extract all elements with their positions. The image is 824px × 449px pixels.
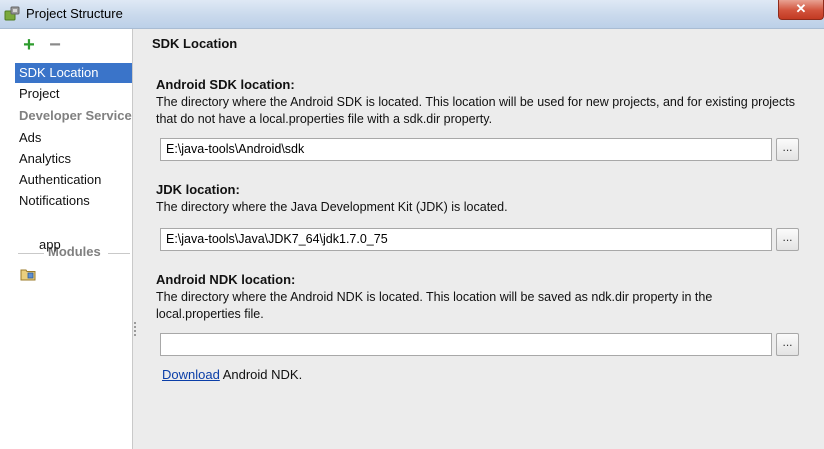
jdk-browse-button[interactable]: ... [776, 228, 799, 251]
add-icon[interactable]: + [20, 34, 38, 56]
android-ndk-browse-button[interactable]: ... [776, 333, 799, 356]
page-title: SDK Location [152, 36, 238, 51]
download-ndk-link[interactable]: Download [162, 367, 220, 382]
sidebar-toolbar: + − [0, 33, 132, 59]
jdk-path-input[interactable]: E:\java-tools\Java\JDK7_64\jdk1.7.0_75 [160, 228, 772, 251]
android-ndk-description: The directory where the Android NDK is l… [156, 290, 713, 321]
sidebar-item-analytics[interactable]: Analytics [15, 149, 132, 169]
android-sdk-description: The directory where the Android SDK is l… [156, 95, 795, 126]
sidebar-item-authentication[interactable]: Authentication [15, 170, 132, 190]
module-folder-icon [20, 269, 36, 281]
android-sdk-browse-button[interactable]: ... [776, 138, 799, 161]
android-ndk-label: Android NDK location: [156, 272, 296, 287]
sidebar-item-ads[interactable]: Ads [15, 128, 132, 148]
sidebar-item-sdk-location[interactable]: SDK Location [15, 63, 132, 83]
android-sdk-label: Android SDK location: [156, 77, 295, 92]
close-button[interactable]: ✕ [778, 0, 824, 20]
sidebar-item-notifications[interactable]: Notifications [15, 191, 132, 211]
sidebar-item-app[interactable]: app [35, 235, 125, 255]
remove-icon[interactable]: − [46, 34, 64, 56]
android-sdk-path-input[interactable]: E:\java-tools\Android\sdk [160, 138, 772, 161]
splitter-handle[interactable] [134, 322, 137, 338]
sidebar: + − SDK Location Project Developer Servi… [0, 29, 133, 449]
window-title-bar: Project Structure ✕ [0, 0, 824, 29]
developer-services-header: Developer Services [19, 108, 132, 123]
window-title: Project Structure [26, 6, 123, 21]
download-ndk-suffix: Android NDK. [219, 367, 303, 382]
download-ndk-line: Download Android NDK. [162, 367, 302, 382]
android-ndk-path-input[interactable] [160, 333, 772, 356]
jdk-label: JDK location: [156, 182, 240, 197]
sidebar-item-project[interactable]: Project [15, 84, 132, 104]
jdk-description: The directory where the Java Development… [156, 200, 508, 214]
android-project-structure-icon [4, 6, 20, 21]
